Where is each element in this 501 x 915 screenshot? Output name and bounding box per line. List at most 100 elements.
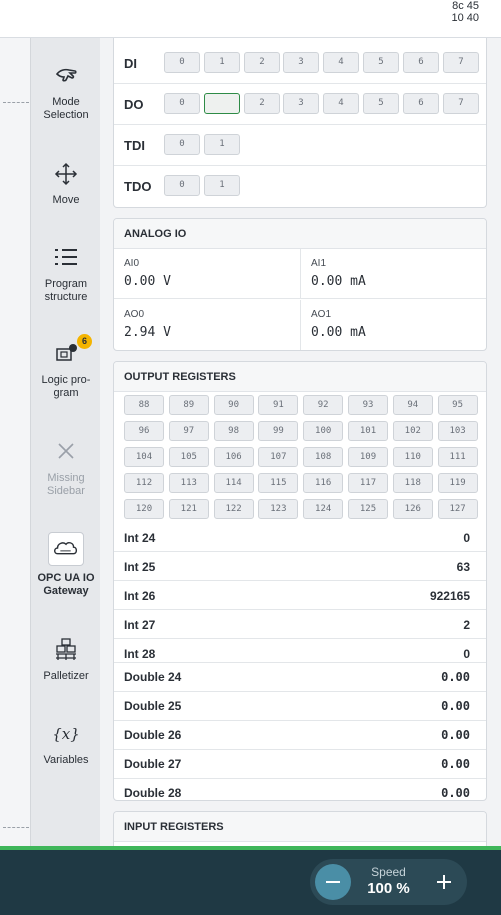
io-chip[interactable]: 0 xyxy=(164,134,200,155)
register-chip[interactable]: 108 xyxy=(303,447,344,467)
main-content[interactable]: DI 0 1 2 3 4 5 6 7 DO 0 1 2 3 4 5 6 7 TD… xyxy=(100,38,501,851)
register-chip[interactable]: 97 xyxy=(168,421,209,441)
int-row[interactable]: Int 27 2 xyxy=(114,610,486,639)
register-chip[interactable]: 127 xyxy=(437,499,478,519)
analog-value: 0.00 mA xyxy=(311,325,366,340)
register-chip[interactable]: 118 xyxy=(392,473,433,493)
register-chip[interactable]: 110 xyxy=(392,447,433,467)
register-chip[interactable]: 101 xyxy=(348,421,388,441)
io-chip[interactable]: 2 xyxy=(244,93,280,114)
register-chip[interactable]: 91 xyxy=(258,395,299,415)
opc-cloud-icon xyxy=(48,532,84,566)
register-chip[interactable]: 94 xyxy=(392,395,433,415)
register-chip[interactable]: 117 xyxy=(348,473,388,493)
int-row[interactable]: Int 25 63 xyxy=(114,552,486,581)
register-chip[interactable]: 98 xyxy=(213,421,254,441)
io-chip[interactable]: 5 xyxy=(363,52,399,73)
sidebar-item-label: OPC UA IO Gateway xyxy=(37,572,95,597)
register-chip[interactable]: 102 xyxy=(392,421,433,441)
register-chip[interactable]: 90 xyxy=(213,395,254,415)
double-row[interactable]: Double 28 0.00 xyxy=(114,779,486,800)
register-value: 0.00 xyxy=(441,728,470,742)
sidebar-item-variables[interactable]: {x} Variables xyxy=(31,720,101,767)
register-chip[interactable]: 111 xyxy=(437,447,478,467)
register-value: 0.00 xyxy=(441,757,470,771)
register-chip[interactable]: 107 xyxy=(258,447,299,467)
register-chip[interactable]: 100 xyxy=(303,421,344,441)
register-chip[interactable]: 105 xyxy=(168,447,209,467)
register-chip[interactable]: 122 xyxy=(213,499,254,519)
sidebar-item-program-structure[interactable]: Program structure xyxy=(31,244,101,304)
register-chip[interactable]: 119 xyxy=(437,473,478,493)
double-row[interactable]: Double 27 0.00 xyxy=(114,750,486,779)
speed-decrease-button[interactable] xyxy=(315,864,351,900)
speed-label: Speed xyxy=(371,865,406,879)
int-row[interactable]: Int 24 0 xyxy=(114,523,486,552)
register-chip[interactable]: 125 xyxy=(348,499,388,519)
io-chip[interactable]: 6 xyxy=(403,93,439,114)
double-row[interactable]: Double 26 0.00 xyxy=(114,721,486,750)
register-chip[interactable]: 106 xyxy=(213,447,254,467)
analog-cell-ao0[interactable]: AO0 2.94 V xyxy=(114,300,301,350)
io-chip[interactable]: 4 xyxy=(323,93,359,114)
clock-line-1: 8c 45 xyxy=(452,0,479,12)
int-row[interactable]: Int 28 0 xyxy=(114,639,486,663)
register-name: Int 27 xyxy=(124,618,156,632)
register-chip[interactable]: 124 xyxy=(303,499,344,519)
io-chip[interactable]: 1 xyxy=(204,175,240,196)
io-chip[interactable]: 0 xyxy=(164,175,200,196)
sidebar-item-palletizer[interactable]: Palletizer xyxy=(31,636,101,683)
register-chip[interactable]: 92 xyxy=(303,395,344,415)
io-chip[interactable]: 3 xyxy=(283,93,319,114)
io-chip[interactable]: 4 xyxy=(323,52,359,73)
sidebar-item-label: Palletizer xyxy=(43,670,89,682)
analog-cell-ai1[interactable]: AI1 0.00 mA xyxy=(301,249,486,299)
register-chip[interactable]: 96 xyxy=(124,421,164,441)
sidebar-item-mode-selection[interactable]: Mode Selection xyxy=(31,62,101,122)
card-title: INPUT REGISTERS xyxy=(114,812,486,842)
register-chip[interactable]: 121 xyxy=(168,499,209,519)
analog-cell-ai0[interactable]: AI0 0.00 V xyxy=(114,249,301,299)
register-chip[interactable]: 93 xyxy=(348,395,388,415)
io-chip[interactable]: 2 xyxy=(244,52,280,73)
register-chip[interactable]: 126 xyxy=(392,499,433,519)
io-row-tdo: TDO 0 1 xyxy=(114,166,486,207)
sidebar-item-logic-program[interactable]: 6 Logic pro-gram xyxy=(31,334,101,400)
register-chip[interactable]: 112 xyxy=(124,473,164,493)
register-chip[interactable]: 115 xyxy=(258,473,299,493)
register-chip[interactable]: 113 xyxy=(168,473,209,493)
io-chip[interactable]: 6 xyxy=(403,52,439,73)
register-chip[interactable]: 104 xyxy=(124,447,164,467)
double-row[interactable]: Double 24 0.00 xyxy=(114,663,486,692)
io-chip[interactable]: 7 xyxy=(443,93,479,114)
register-chip[interactable]: 120 xyxy=(124,499,164,519)
register-chip[interactable]: 89 xyxy=(168,395,209,415)
io-chip[interactable]: 0 xyxy=(164,93,200,114)
sidebar-item-opc-ua-io-gateway[interactable]: OPC UA IO Gateway xyxy=(31,532,101,598)
register-chip[interactable]: 95 xyxy=(437,395,478,415)
io-chip[interactable]: 0 xyxy=(164,52,200,73)
io-chip-selected[interactable]: 1 xyxy=(204,93,240,114)
analog-cell-ao1[interactable]: AO1 0.00 mA xyxy=(301,300,486,350)
register-chip[interactable]: 116 xyxy=(303,473,344,493)
register-chip[interactable]: 114 xyxy=(213,473,254,493)
speed-control: Speed 100 % xyxy=(310,859,467,905)
io-chip[interactable]: 3 xyxy=(283,52,319,73)
register-name: Double 26 xyxy=(124,728,182,742)
register-chip[interactable]: 88 xyxy=(124,395,164,415)
register-chip[interactable]: 103 xyxy=(437,421,478,441)
int-row[interactable]: Int 26 922165 xyxy=(114,581,486,610)
register-chip[interactable]: 99 xyxy=(258,421,299,441)
double-row[interactable]: Double 25 0.00 xyxy=(114,692,486,721)
sidebar-item-label: Mode Selection xyxy=(43,96,89,121)
io-chip[interactable]: 1 xyxy=(204,52,240,73)
register-chip[interactable]: 109 xyxy=(348,447,388,467)
io-chip[interactable]: 7 xyxy=(443,52,479,73)
io-chip[interactable]: 1 xyxy=(204,134,240,155)
sidebar-item-move[interactable]: Move xyxy=(31,160,101,207)
io-chip[interactable]: 5 xyxy=(363,93,399,114)
move-arrows-icon xyxy=(54,162,78,186)
dashed-guide xyxy=(3,102,29,103)
speed-increase-button[interactable] xyxy=(426,864,462,900)
register-chip[interactable]: 123 xyxy=(258,499,299,519)
